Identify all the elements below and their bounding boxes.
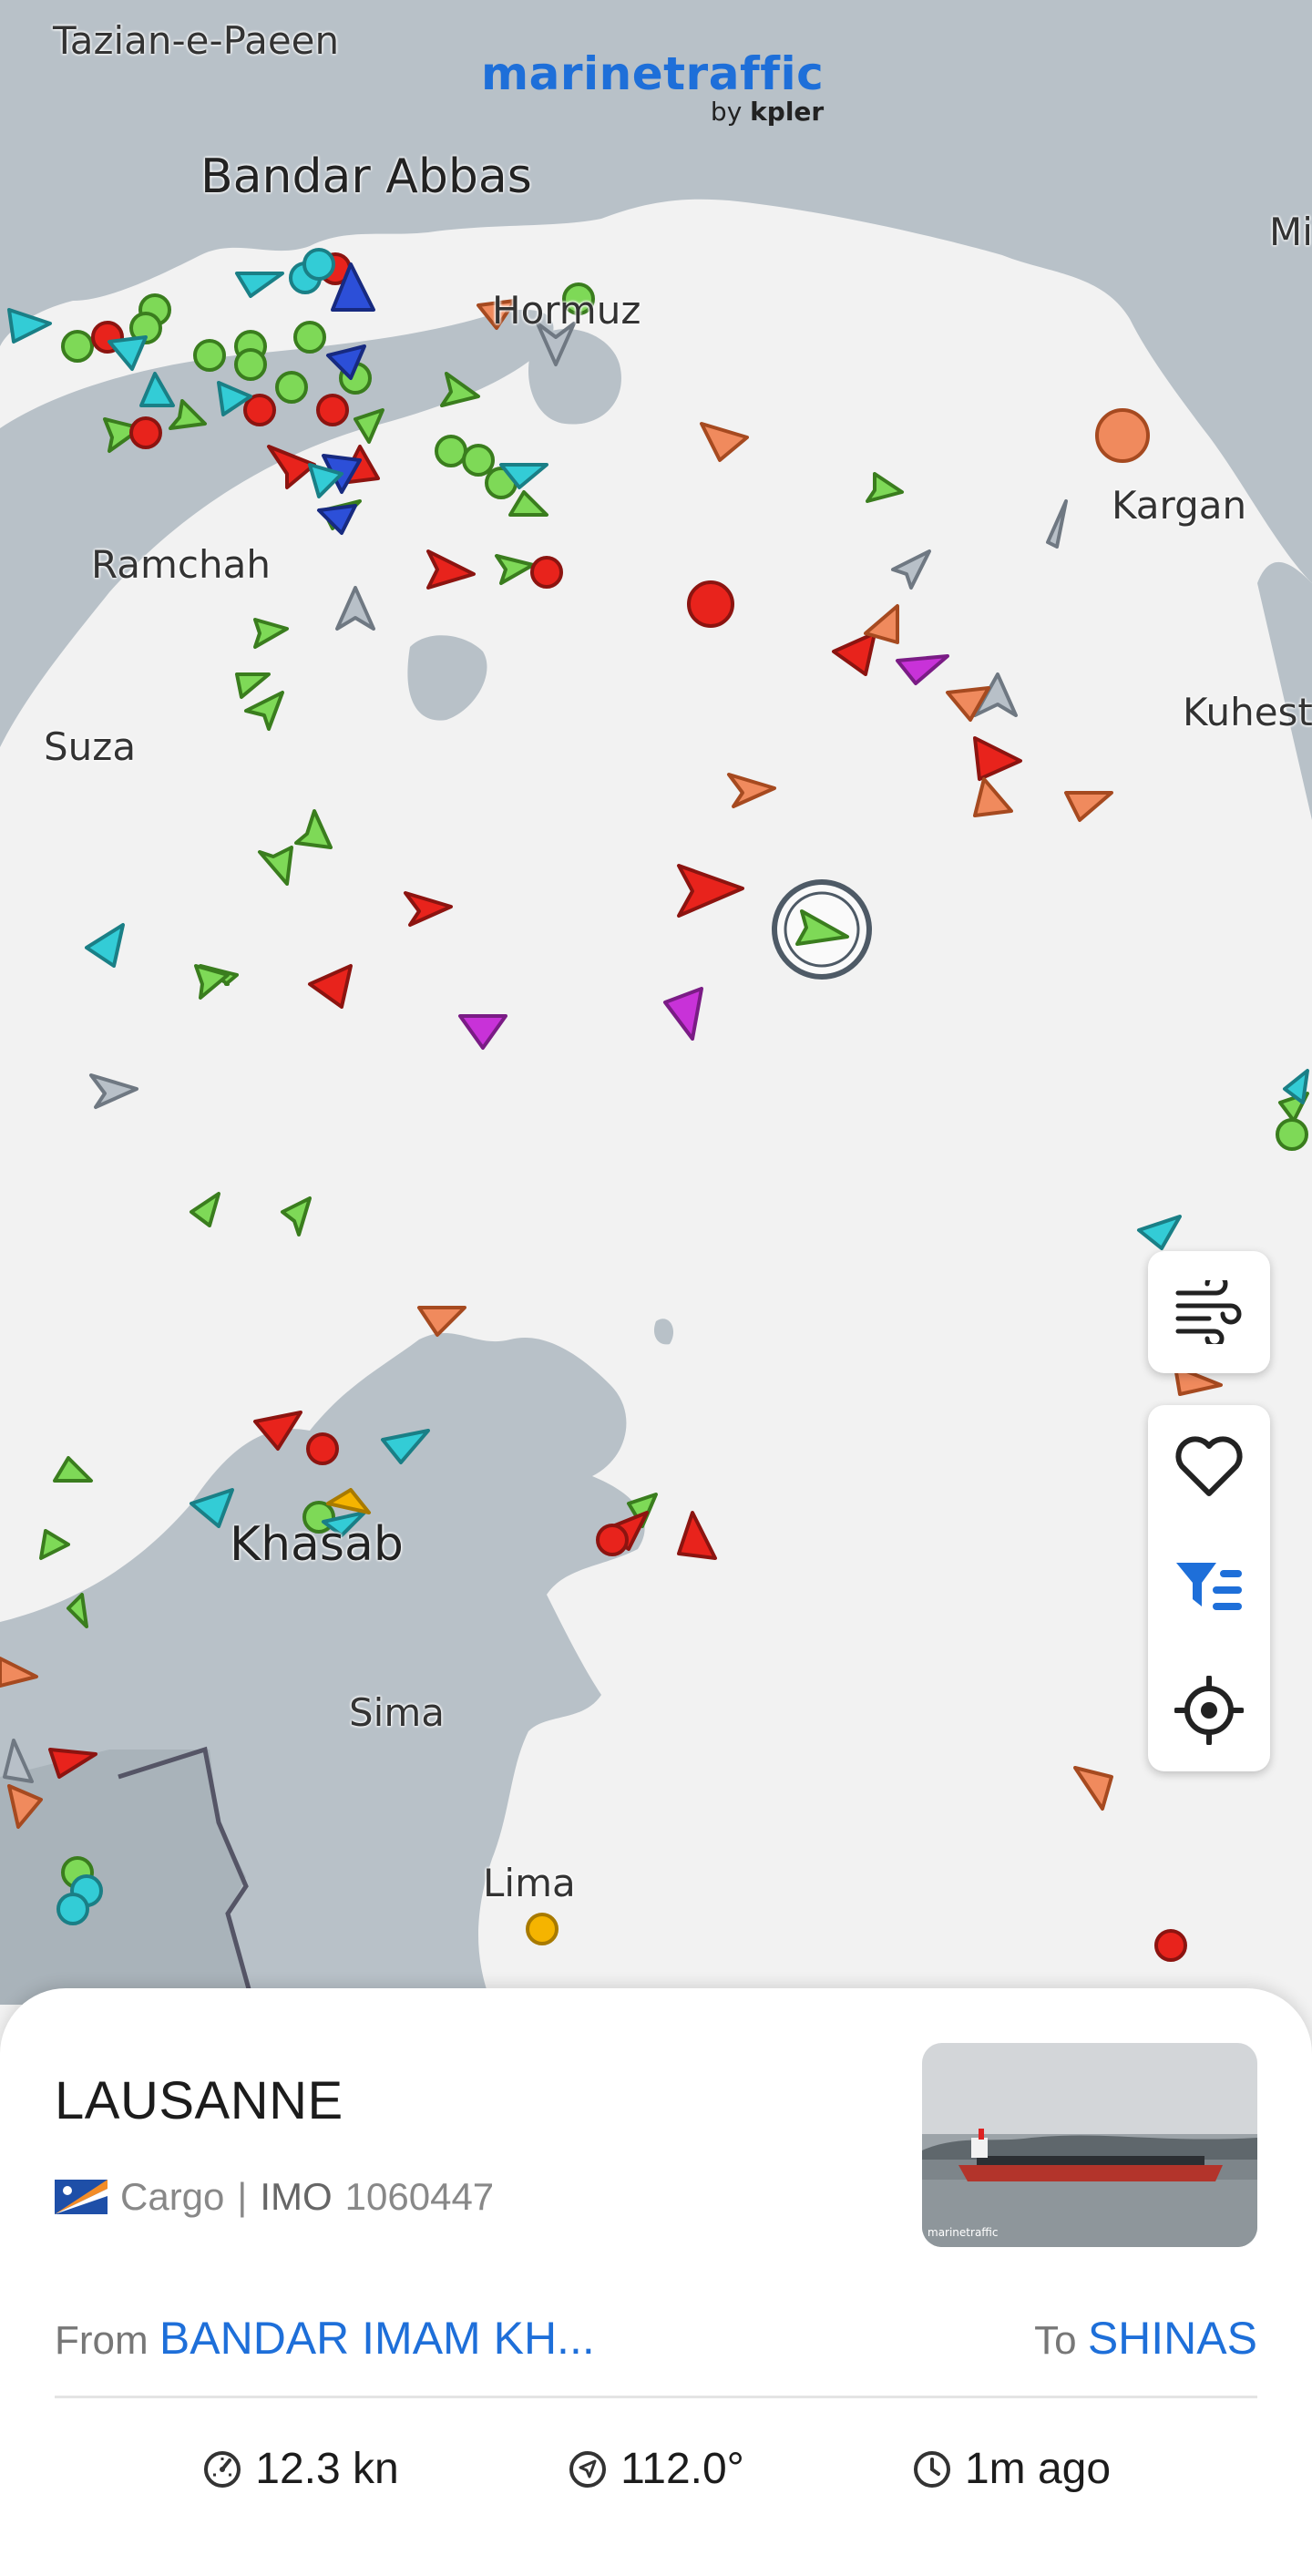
- place-label-kuhest: Kuhest: [1183, 690, 1312, 734]
- place-label-hormuz: Hormuz: [492, 288, 641, 333]
- locate-button[interactable]: [1148, 1649, 1270, 1771]
- divider: [55, 2396, 1257, 2398]
- vessel-marker: [1095, 408, 1150, 463]
- speed-stat: 12.3 kn: [109, 2444, 492, 2494]
- vessel-marker: [1276, 1118, 1308, 1151]
- place-label-lima: Lima: [483, 1861, 576, 1905]
- vessel-marker: [316, 394, 349, 426]
- vessel-marker: [1154, 1929, 1187, 1962]
- vessel-route: From BANDAR IMAM KH... To SHINAS: [55, 2312, 1257, 2365]
- wind-icon: [1175, 1280, 1242, 1344]
- route-to: To SHINAS: [1034, 2312, 1257, 2365]
- navigation-icon: [569, 2450, 607, 2488]
- vessel-type: Cargo: [120, 2175, 225, 2218]
- logo-by: by: [710, 97, 743, 127]
- speed-value: 12.3 kn: [255, 2445, 399, 2493]
- logo-brand: marinetraffic: [481, 47, 825, 100]
- heart-icon: [1175, 1436, 1243, 1496]
- filter-icon: [1176, 1563, 1242, 1610]
- favorites-button[interactable]: [1148, 1405, 1270, 1527]
- vessel-marker: [61, 330, 94, 363]
- place-label-kargan: Kargan: [1112, 483, 1247, 528]
- clock-icon: [913, 2450, 950, 2488]
- vessel-marker: [275, 371, 308, 404]
- vessel-name: LAUSANNE: [55, 2071, 343, 2130]
- to-port-link[interactable]: SHINAS: [1088, 2313, 1257, 2364]
- vessel-marker: [234, 348, 267, 381]
- meta-separator: |: [237, 2175, 248, 2218]
- place-label-ramchah: Ramchah: [91, 542, 271, 587]
- vessel-marker: [526, 1913, 559, 1945]
- selected-vessel-marker: [772, 879, 872, 980]
- weather-control: [1148, 1251, 1270, 1373]
- vessel-marker: [530, 556, 563, 589]
- place-label-sima: Sima: [349, 1690, 445, 1735]
- vessel-photo[interactable]: marinetraffic: [922, 2043, 1257, 2247]
- vessel-marker: [293, 321, 326, 354]
- vessel-marker: [306, 1432, 339, 1465]
- logo-partner: kpler: [750, 97, 825, 127]
- vessel-marker: [193, 339, 226, 372]
- vessel-marker: [56, 1893, 89, 1925]
- photo-watermark: marinetraffic: [928, 2226, 999, 2239]
- vessel-marker: [243, 394, 276, 426]
- vessel-stats: 12.3 kn 112.0° 1m ago: [0, 2444, 1312, 2494]
- vessel-marker: [596, 1524, 629, 1556]
- from-label: From: [55, 2318, 149, 2363]
- logo-byline: by kpler: [481, 97, 824, 127]
- speedometer-icon: [204, 2450, 241, 2488]
- vessel-marker: [435, 435, 467, 467]
- vessel-marker: [462, 444, 495, 477]
- marinetraffic-logo: marinetraffic by kpler: [481, 47, 824, 127]
- wind-button[interactable]: [1148, 1251, 1270, 1373]
- course-stat: 112.0°: [492, 2444, 820, 2494]
- vessel-info-sheet[interactable]: LAUSANNE Cargo | IMO 1060447 marinetraff…: [0, 1988, 1312, 2576]
- place-label-bandar-abbas: Bandar Abbas: [200, 149, 532, 204]
- last-update-value: 1m ago: [964, 2445, 1112, 2493]
- course-value: 112.0°: [620, 2445, 744, 2493]
- filter-button[interactable]: [1148, 1527, 1270, 1649]
- to-label: To: [1034, 2318, 1077, 2363]
- flag-icon: [55, 2180, 108, 2214]
- place-label-mi: Mi: [1269, 210, 1312, 254]
- time-stat: 1m ago: [820, 2444, 1203, 2494]
- vessel-marker: [687, 580, 734, 628]
- imo-label: IMO: [260, 2175, 333, 2218]
- vessel-meta: Cargo | IMO 1060447: [55, 2175, 494, 2219]
- place-label-tazian: Tazian-e-Paeen: [53, 18, 340, 63]
- imo-number: 1060447: [344, 2175, 495, 2218]
- from-port-link[interactable]: BANDAR IMAM KH...: [159, 2313, 595, 2364]
- crosshair-icon: [1174, 1676, 1244, 1745]
- vessel-marker: [302, 248, 335, 281]
- map-toolbar: [1148, 1405, 1270, 1771]
- place-label-khasab: Khasab: [230, 1517, 404, 1572]
- vessel-marker: [129, 416, 162, 449]
- route-from: From BANDAR IMAM KH...: [55, 2312, 595, 2365]
- place-label-suza: Suza: [44, 724, 137, 769]
